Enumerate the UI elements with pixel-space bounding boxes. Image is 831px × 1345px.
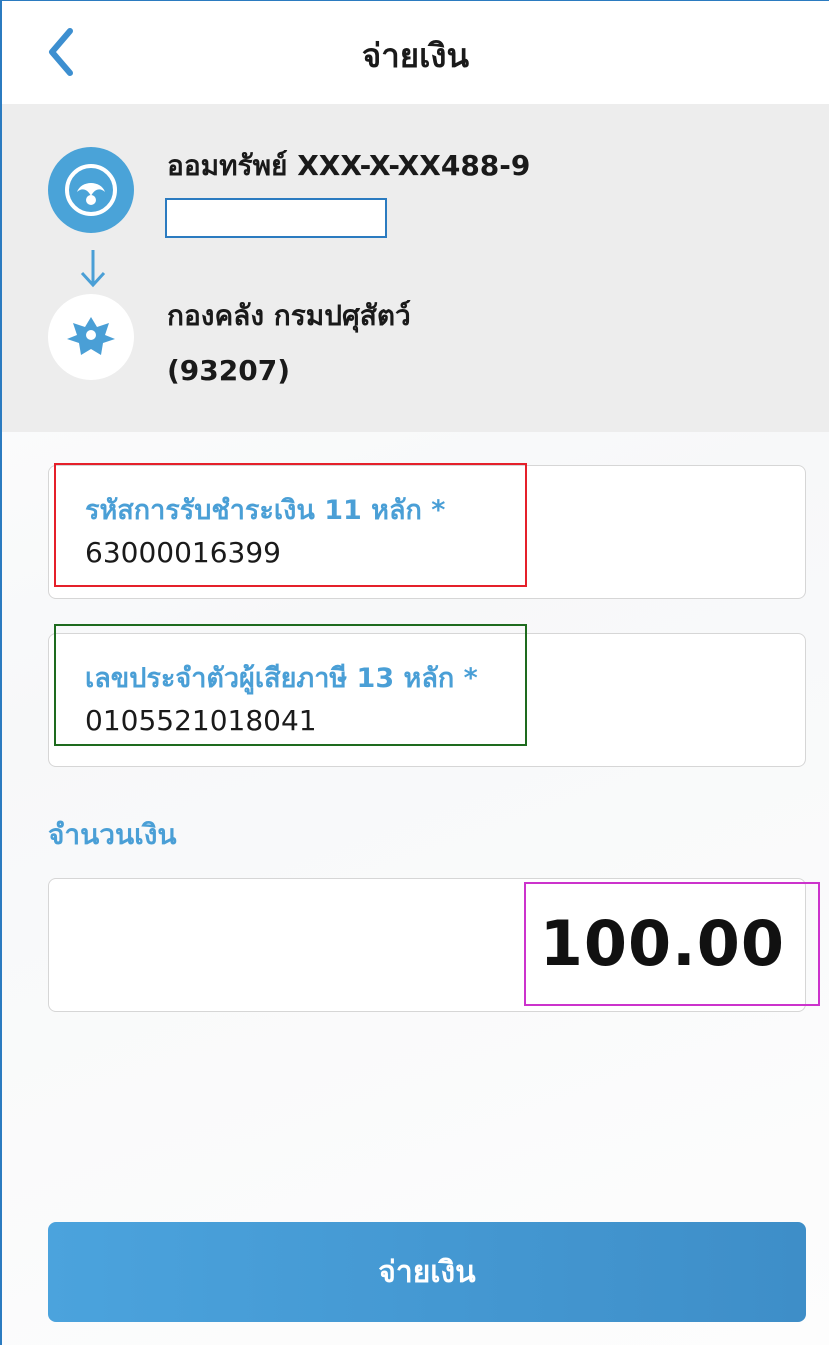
top-bar: จ่ายเงิน — [2, 1, 829, 104]
tax-id-label: เลขประจำตัวผู้เสียภาษี 13 หลัก * — [85, 663, 478, 694]
payment-ref-field[interactable]: รหัสการรับชำระเงิน 11 หลัก * 63000016399 — [48, 465, 806, 599]
amount-input[interactable]: 100.00 — [540, 907, 785, 980]
payee-name: กองคลัง กรมปศุสัตว์ — [167, 299, 411, 332]
amount-label: จำนวนเงิน — [48, 818, 177, 851]
tax-id-field[interactable]: เลขประจำตัวผู้เสียภาษี 13 หลัก * 0105521… — [48, 633, 806, 767]
source-account-name: ออมทรัพย์ XXX-X-XX488-9 — [167, 149, 531, 182]
payment-ref-label: รหัสการรับชำระเงิน 11 หลัก * — [85, 495, 446, 526]
tax-id-input[interactable]: 0105521018041 — [85, 704, 317, 737]
bank-logo-icon — [48, 147, 134, 233]
garuda-emblem-icon — [48, 294, 134, 380]
pay-button[interactable]: จ่ายเงิน — [48, 1222, 806, 1322]
payment-ref-input[interactable]: 63000016399 — [85, 536, 281, 569]
page-title: จ่ายเงิน — [361, 36, 470, 75]
transfer-summary: ออมทรัพย์ XXX-X-XX488-9 กองคลัง กรมปศุสั… — [2, 104, 829, 432]
arrow-down-icon — [80, 250, 106, 288]
amount-field[interactable]: 100.00 — [48, 878, 806, 1012]
pay-button-label: จ่ายเงิน — [378, 1254, 476, 1290]
masked-account-box — [165, 198, 387, 238]
payee-code: (93207) — [167, 354, 291, 387]
payment-screen: จ่ายเงิน ออมทรัพย์ XXX-X-XX488-9 กองคลัง… — [0, 0, 829, 1345]
